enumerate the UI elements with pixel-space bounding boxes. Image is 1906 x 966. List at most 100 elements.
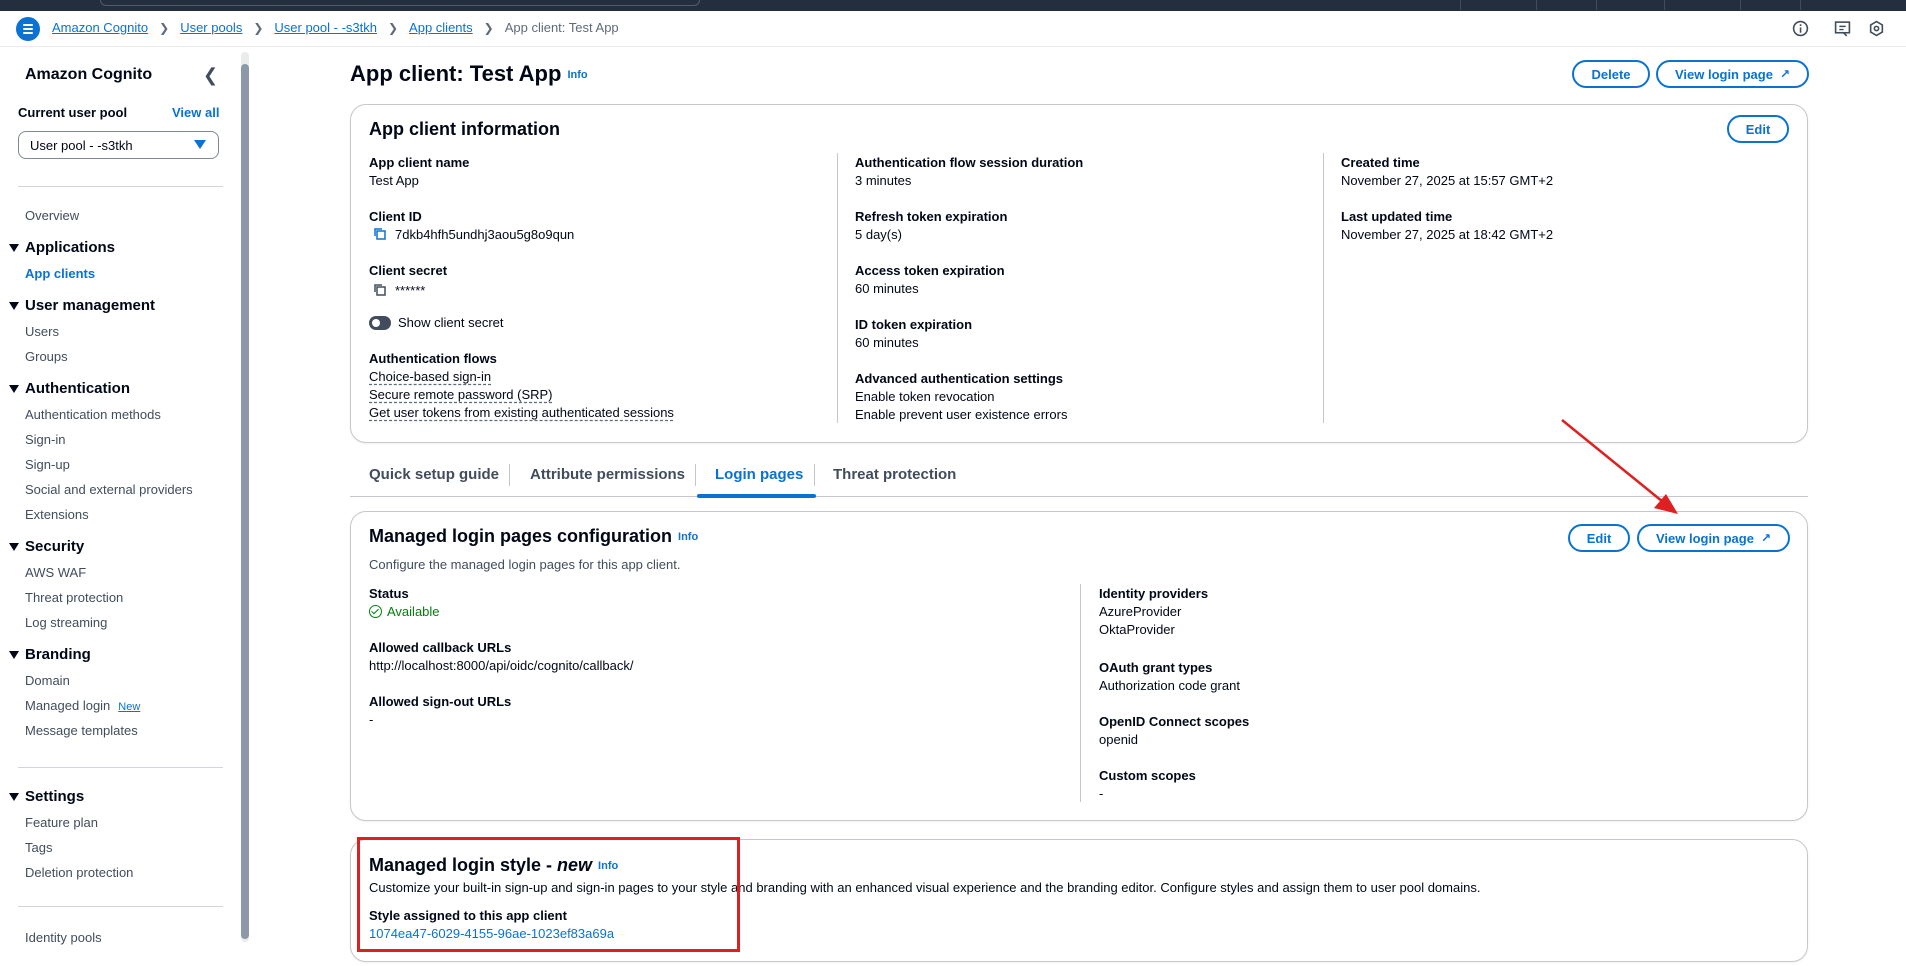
divider xyxy=(18,906,223,907)
client-secret-value: ****** xyxy=(395,283,426,298)
oidc-scopes-value: openid xyxy=(1099,732,1139,747)
sidebar-section-applications[interactable]: Applications xyxy=(9,239,115,256)
sidebar-section-security[interactable]: Security xyxy=(9,538,84,555)
sidebar: Amazon Cognito ❮ Current user pool View … xyxy=(0,48,240,966)
tab-login-pages[interactable]: Login pages xyxy=(715,466,803,483)
breadcrumb-cognito[interactable]: Amazon Cognito xyxy=(52,20,148,35)
auth-flow-item[interactable]: Choice-based sign-in xyxy=(369,369,491,384)
sidebar-item-message-templates[interactable]: Message templates xyxy=(25,723,138,738)
sidebar-item-users[interactable]: Users xyxy=(25,324,59,339)
page-title: App client: Test App Info xyxy=(350,61,588,86)
status-badge: Available xyxy=(369,604,440,619)
expand-triangle-icon xyxy=(9,384,19,393)
show-secret-toggle[interactable] xyxy=(369,316,391,330)
signout-urls-value: - xyxy=(369,712,374,727)
sidebar-item-deletion-protection[interactable]: Deletion protection xyxy=(25,865,133,880)
breadcrumb-app-clients[interactable]: App clients xyxy=(409,20,473,35)
delete-button[interactable]: Delete xyxy=(1572,60,1650,88)
breadcrumb-user-pools[interactable]: User pools xyxy=(180,20,242,35)
auth-flows-label: Authentication flows xyxy=(369,351,497,366)
expand-triangle-icon xyxy=(9,243,19,252)
sidebar-item-authentication-methods[interactable]: Authentication methods xyxy=(25,407,161,422)
show-secret-label: Show client secret xyxy=(398,315,504,330)
user-pool-select[interactable]: User pool - -s3tkh xyxy=(18,131,219,159)
updated-time-label: Last updated time xyxy=(1341,209,1453,224)
sidebar-item-extensions[interactable]: Extensions xyxy=(25,507,89,522)
custom-scopes-value: - xyxy=(1099,786,1104,801)
sidebar-item-managed-login[interactable]: Managed login New xyxy=(25,698,140,713)
edit-button[interactable]: Edit xyxy=(1568,524,1630,552)
client-id-value: 7dkb4hfh5undhj3aou5g8o9qun xyxy=(395,227,575,242)
tab-quick-setup-guide[interactable]: Quick setup guide xyxy=(369,466,499,483)
divider xyxy=(18,186,223,187)
sidebar-section-user-management[interactable]: User management xyxy=(9,297,155,314)
view-login-page-button[interactable]: View login page ↗ xyxy=(1637,524,1790,552)
sidebar-item-tags[interactable]: Tags xyxy=(25,840,52,855)
info-circle-icon[interactable] xyxy=(1792,20,1809,37)
sidebar-item-sign-in[interactable]: Sign-in xyxy=(25,432,65,447)
scrollbar-thumb[interactable] xyxy=(241,64,249,939)
sidebar-item-threat-protection[interactable]: Threat protection xyxy=(25,590,123,605)
sidebar-item-groups[interactable]: Groups xyxy=(25,349,68,364)
session-duration-label: Authentication flow session duration xyxy=(855,155,1084,170)
copy-icon[interactable] xyxy=(373,227,387,241)
sidebar-item-domain[interactable]: Domain xyxy=(25,673,70,688)
active-tab-indicator xyxy=(697,494,816,498)
user-pool-select-value: User pool - -s3tkh xyxy=(30,138,133,153)
sidebar-item-aws-waf[interactable]: AWS WAF xyxy=(25,565,86,580)
app-client-name-label: App client name xyxy=(369,155,470,170)
chevron-right-icon: ❯ xyxy=(483,20,494,35)
breadcrumb-user-pool[interactable]: User pool - -s3tkh xyxy=(274,20,377,35)
tutorial-panel-icon[interactable] xyxy=(1834,20,1851,37)
tab-divider xyxy=(814,464,815,486)
column-divider xyxy=(1080,584,1081,802)
annotation-highlight-box xyxy=(357,837,740,952)
sidebar-item-app-clients[interactable]: App clients xyxy=(25,266,95,281)
refresh-token-value: 5 day(s) xyxy=(855,227,902,242)
tab-attribute-permissions[interactable]: Attribute permissions xyxy=(530,466,685,483)
info-link[interactable]: Info xyxy=(567,69,587,81)
app-client-info-panel: App client information Edit App client n… xyxy=(350,104,1808,443)
divider xyxy=(18,767,223,768)
new-badge: New xyxy=(118,701,141,713)
sidebar-item-social-providers[interactable]: Social and external providers xyxy=(25,482,193,497)
sidebar-item-identity-pools[interactable]: Identity pools xyxy=(25,930,102,945)
copy-icon[interactable] xyxy=(373,283,387,297)
grant-types-label: OAuth grant types xyxy=(1099,660,1213,675)
client-id-label: Client ID xyxy=(369,209,422,224)
created-time-value: November 27, 2025 at 15:57 GMT+2 xyxy=(1341,173,1554,188)
edit-button[interactable]: Edit xyxy=(1727,115,1789,143)
sidebar-item-log-streaming[interactable]: Log streaming xyxy=(25,615,107,630)
chevron-right-icon: ❯ xyxy=(159,20,170,35)
identity-provider-item: OktaProvider xyxy=(1099,622,1175,637)
advanced-setting-item: Enable token revocation xyxy=(855,389,995,404)
nav-divider xyxy=(1596,0,1597,10)
signout-urls-label: Allowed sign-out URLs xyxy=(369,694,512,709)
access-token-label: Access token expiration xyxy=(855,263,1005,278)
sidebar-scrollbar[interactable] xyxy=(241,52,249,942)
sidebar-item-sign-up[interactable]: Sign-up xyxy=(25,457,70,472)
search-bar-edge[interactable] xyxy=(100,0,700,6)
id-token-label: ID token expiration xyxy=(855,317,973,332)
auth-flow-item[interactable]: Secure remote password (SRP) xyxy=(369,387,553,402)
caret-down-icon xyxy=(194,140,206,149)
sidebar-item-feature-plan[interactable]: Feature plan xyxy=(25,815,98,830)
auth-flow-item[interactable]: Get user tokens from existing authentica… xyxy=(369,405,674,420)
view-all-link[interactable]: View all xyxy=(172,105,219,120)
view-login-page-button[interactable]: View login page ↗ xyxy=(1656,60,1809,88)
menu-icon[interactable] xyxy=(16,17,40,41)
nav-divider xyxy=(1740,0,1741,10)
sidebar-section-authentication[interactable]: Authentication xyxy=(9,380,130,397)
sidebar-section-settings[interactable]: Settings xyxy=(9,788,84,805)
info-link[interactable]: Info xyxy=(678,531,698,543)
breadcrumb-current: App client: Test App xyxy=(504,20,619,35)
sidebar-section-branding[interactable]: Branding xyxy=(9,646,91,663)
panel-heading: App client information xyxy=(369,119,560,139)
breadcrumb-bar: Amazon Cognito ❯ User pools ❯ User pool … xyxy=(0,11,1906,47)
tab-divider xyxy=(695,464,696,486)
tab-threat-protection[interactable]: Threat protection xyxy=(833,466,956,483)
sidebar-item-overview[interactable]: Overview xyxy=(25,208,79,223)
collapse-chevron-icon[interactable]: ❮ xyxy=(203,65,218,86)
panel-heading: Managed login pages configuration Info xyxy=(369,526,699,546)
settings-hexagon-icon[interactable] xyxy=(1868,20,1885,37)
